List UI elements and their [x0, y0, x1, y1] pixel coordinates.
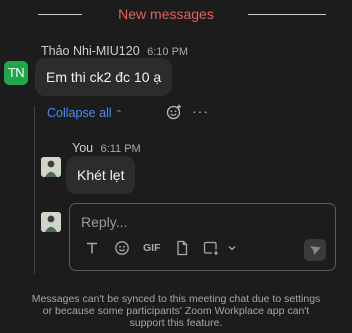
- reply-input[interactable]: [79, 211, 323, 233]
- new-messages-divider: New messages: [0, 6, 352, 24]
- avatar[interactable]: [41, 157, 61, 177]
- message-time: 6:11 PM: [100, 143, 141, 155]
- collapse-all-button[interactable]: Collapse all ⌃: [47, 106, 123, 120]
- reply-bubble[interactable]: Khét lẹt: [66, 156, 136, 194]
- reply-header: You 6:11 PM: [72, 139, 141, 157]
- more-options-icon[interactable]: ···: [192, 104, 209, 118]
- emoji-icon[interactable]: [114, 240, 130, 261]
- chevron-up-icon: ⌃: [114, 109, 124, 120]
- sender-name[interactable]: Thảo Nhi-MIU120: [41, 44, 140, 58]
- avatar: [41, 212, 61, 232]
- message-bubble[interactable]: Em thi ck2 đc 10 ạ: [35, 58, 173, 96]
- collapse-all-label: Collapse all: [47, 106, 112, 120]
- gif-icon[interactable]: GIF: [143, 242, 161, 254]
- message-time: 6:10 PM: [147, 46, 189, 58]
- reply-composer: GIF: [69, 203, 336, 271]
- avatar[interactable]: TN: [4, 61, 28, 85]
- divider-line-right: [248, 14, 326, 15]
- sender-name[interactable]: You: [72, 141, 93, 155]
- add-reaction-icon[interactable]: [166, 104, 182, 120]
- screenshot-icon[interactable]: [203, 240, 221, 261]
- send-button[interactable]: [304, 239, 326, 261]
- text-format-icon[interactable]: [84, 240, 100, 261]
- thread-line: [34, 106, 35, 274]
- file-icon[interactable]: [174, 240, 190, 261]
- chevron-down-icon[interactable]: [227, 241, 237, 260]
- send-icon: [310, 246, 321, 255]
- sync-notice: Messages can't be synced to this meeting…: [31, 293, 321, 329]
